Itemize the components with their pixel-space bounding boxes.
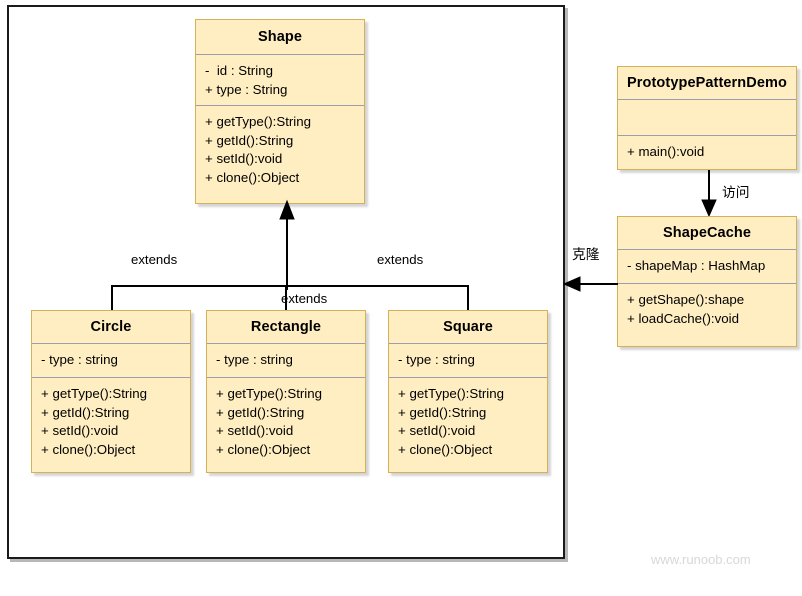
attributes-square: - type : string (389, 344, 547, 377)
class-name-square: Square (443, 319, 493, 335)
edge-label-extends-square: extends (377, 252, 424, 267)
method-line: + setId():void (41, 423, 119, 438)
method-line: + clone():Object (41, 441, 136, 457)
class-name-rectangle: Rectangle (250, 319, 322, 335)
attributes-shape: - id : String + type : String (196, 55, 364, 105)
attribute-line: - type : string (216, 352, 293, 367)
attribute-line: - type : string (41, 352, 118, 367)
dependency-arrow-demo-to-cache (701, 170, 717, 218)
attributes-circle: - type : string (32, 344, 190, 377)
methods-square: + getType():String + getId():String + se… (389, 378, 547, 466)
attributes-prototype-pattern-demo (618, 100, 796, 135)
methods-shape-cache: + getShape():shape + loadCache():void (618, 284, 796, 335)
attributes-shape-cache: - shapeMap : HashMap (618, 250, 796, 283)
method-line: + clone():Object (205, 169, 300, 185)
class-box-circle[interactable]: Circle - type : string + getType():Strin… (31, 310, 191, 473)
method-line: + getType():String (216, 386, 323, 401)
method-line: + clone():Object (398, 441, 493, 457)
clone-arrow-cache-to-shapes (562, 276, 618, 292)
watermark: www.runoob.com (651, 552, 751, 567)
class-name-shape: Shape (257, 29, 302, 45)
edge-label-clone: 克隆 (572, 247, 600, 262)
method-line: + getId():String (41, 404, 130, 420)
method-line: + loadCache():void (627, 310, 739, 326)
class-name-circle: Circle (90, 319, 132, 335)
class-box-square[interactable]: Square - type : string + getType():Strin… (388, 310, 548, 473)
method-line: + clone():Object (216, 441, 311, 457)
method-line: + getId():String (205, 132, 294, 148)
inheritance-arrow-to-shape (279, 199, 295, 290)
attribute-line: - type : string (398, 352, 475, 367)
class-box-shape[interactable]: Shape - id : String + type : String + ge… (195, 19, 365, 204)
method-line: + getShape():shape (627, 292, 745, 307)
method-line: + setId():void (216, 423, 294, 438)
generalization-leg-square (467, 285, 469, 313)
class-name-shape-cache: ShapeCache (662, 225, 752, 241)
method-line: + setId():void (398, 423, 476, 438)
attribute-line: + type : String (205, 81, 288, 97)
class-name-prototype-pattern-demo: PrototypePatternDemo (627, 75, 787, 91)
method-line: + getType():String (41, 386, 148, 401)
methods-prototype-pattern-demo: + main():void (618, 136, 796, 169)
methods-shape: + getType():String + getId():String + se… (196, 106, 364, 194)
generalization-bar (111, 285, 469, 287)
method-line: + getId():String (398, 404, 487, 420)
method-line: + getType():String (205, 114, 312, 129)
methods-circle: + getType():String + getId():String + se… (32, 378, 190, 466)
method-line: + getId():String (216, 404, 305, 420)
edge-label-extends-circle: extends (131, 252, 178, 267)
class-box-rectangle[interactable]: Rectangle - type : string + getType():St… (206, 310, 366, 473)
attribute-line: - id : String (205, 63, 273, 78)
uml-class-diagram: Shape - id : String + type : String + ge… (0, 0, 802, 596)
attribute-line: - shapeMap : HashMap (627, 258, 766, 273)
method-line: + setId():void (205, 151, 283, 166)
method-line: + main():void (627, 144, 705, 159)
class-box-prototype-pattern-demo[interactable]: PrototypePatternDemo + main():void (617, 66, 797, 170)
edge-label-visit: 访问 (722, 185, 750, 200)
class-box-shape-cache[interactable]: ShapeCache - shapeMap : HashMap + getSha… (617, 216, 797, 347)
methods-rectangle: + getType():String + getId():String + se… (207, 378, 365, 466)
generalization-leg-circle (111, 285, 113, 313)
method-line: + getType():String (398, 386, 505, 401)
attributes-rectangle: - type : string (207, 344, 365, 377)
edge-label-extends-rectangle: extends (281, 291, 328, 306)
